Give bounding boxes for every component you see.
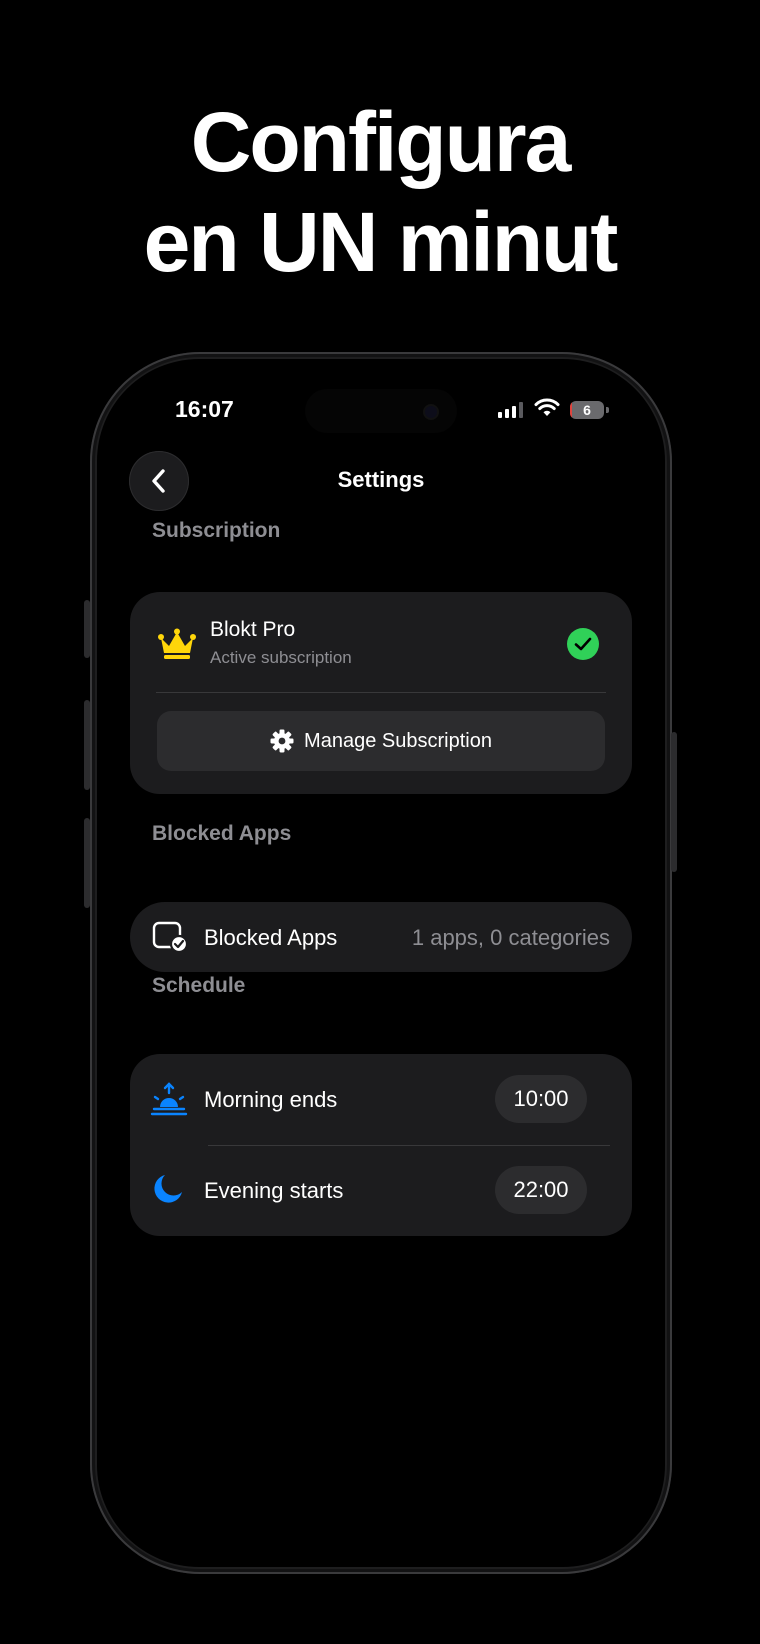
headline-line-2: en UN minut	[143, 195, 619, 289]
blocked-apps-row[interactable]: Blocked Apps 1 apps, 0 categories	[130, 902, 632, 972]
section-label-schedule: Schedule	[152, 974, 246, 997]
morning-ends-row[interactable]: Morning ends 10:00	[130, 1054, 632, 1145]
checkmark-circle-icon	[567, 628, 599, 660]
status-time: 16:07	[175, 396, 234, 422]
subscription-card: Blokt Pro Active subscription Manage Sub…	[130, 592, 632, 794]
schedule-card: Morning ends 10:00 Evening starts 22:00	[130, 1054, 632, 1236]
headline-line-1: Configura	[190, 95, 572, 189]
manage-subscription-button[interactable]: Manage Subscription	[157, 711, 605, 771]
morning-ends-label: Morning ends	[204, 1087, 338, 1112]
evening-starts-row[interactable]: Evening starts 22:00	[130, 1145, 632, 1236]
evening-starts-label: Evening starts	[204, 1178, 344, 1203]
action-button	[84, 600, 90, 658]
subscription-divider	[156, 692, 606, 693]
battery-icon: 6	[570, 401, 604, 419]
phone-screen: 16:07 6 Settings Subscription Blokt Pro …	[97, 359, 665, 1567]
headline: Configura en UN minut	[0, 92, 760, 292]
crown-icon	[158, 628, 196, 659]
battery-level: 6	[583, 402, 591, 418]
blocked-apps-value: 1 apps, 0 categories	[411, 925, 610, 950]
manage-subscription-label: Manage Subscription	[304, 729, 492, 752]
page-title: Settings	[337, 467, 425, 492]
volume-up-button	[84, 700, 90, 790]
wifi-icon	[534, 398, 560, 416]
gear-icon	[270, 729, 294, 753]
blocked-apps-label: Blocked Apps	[204, 925, 338, 950]
volume-down-button	[84, 818, 90, 908]
battery-cap	[606, 407, 609, 413]
morning-time-pill[interactable]: 10:00	[495, 1075, 587, 1123]
section-label-blocked-apps: Blocked Apps	[152, 822, 292, 845]
power-button	[671, 732, 677, 872]
section-label-subscription: Subscription	[152, 519, 281, 542]
cellular-signal-icon	[498, 402, 524, 418]
moon-icon	[154, 1175, 182, 1203]
evening-time-pill[interactable]: 22:00	[495, 1166, 587, 1214]
camera-icon	[425, 406, 437, 418]
subscription-status: Active subscription	[210, 648, 352, 667]
subscription-plan: Blokt Pro	[210, 618, 296, 641]
sunrise-icon	[150, 1082, 188, 1116]
app-check-icon	[152, 921, 188, 953]
